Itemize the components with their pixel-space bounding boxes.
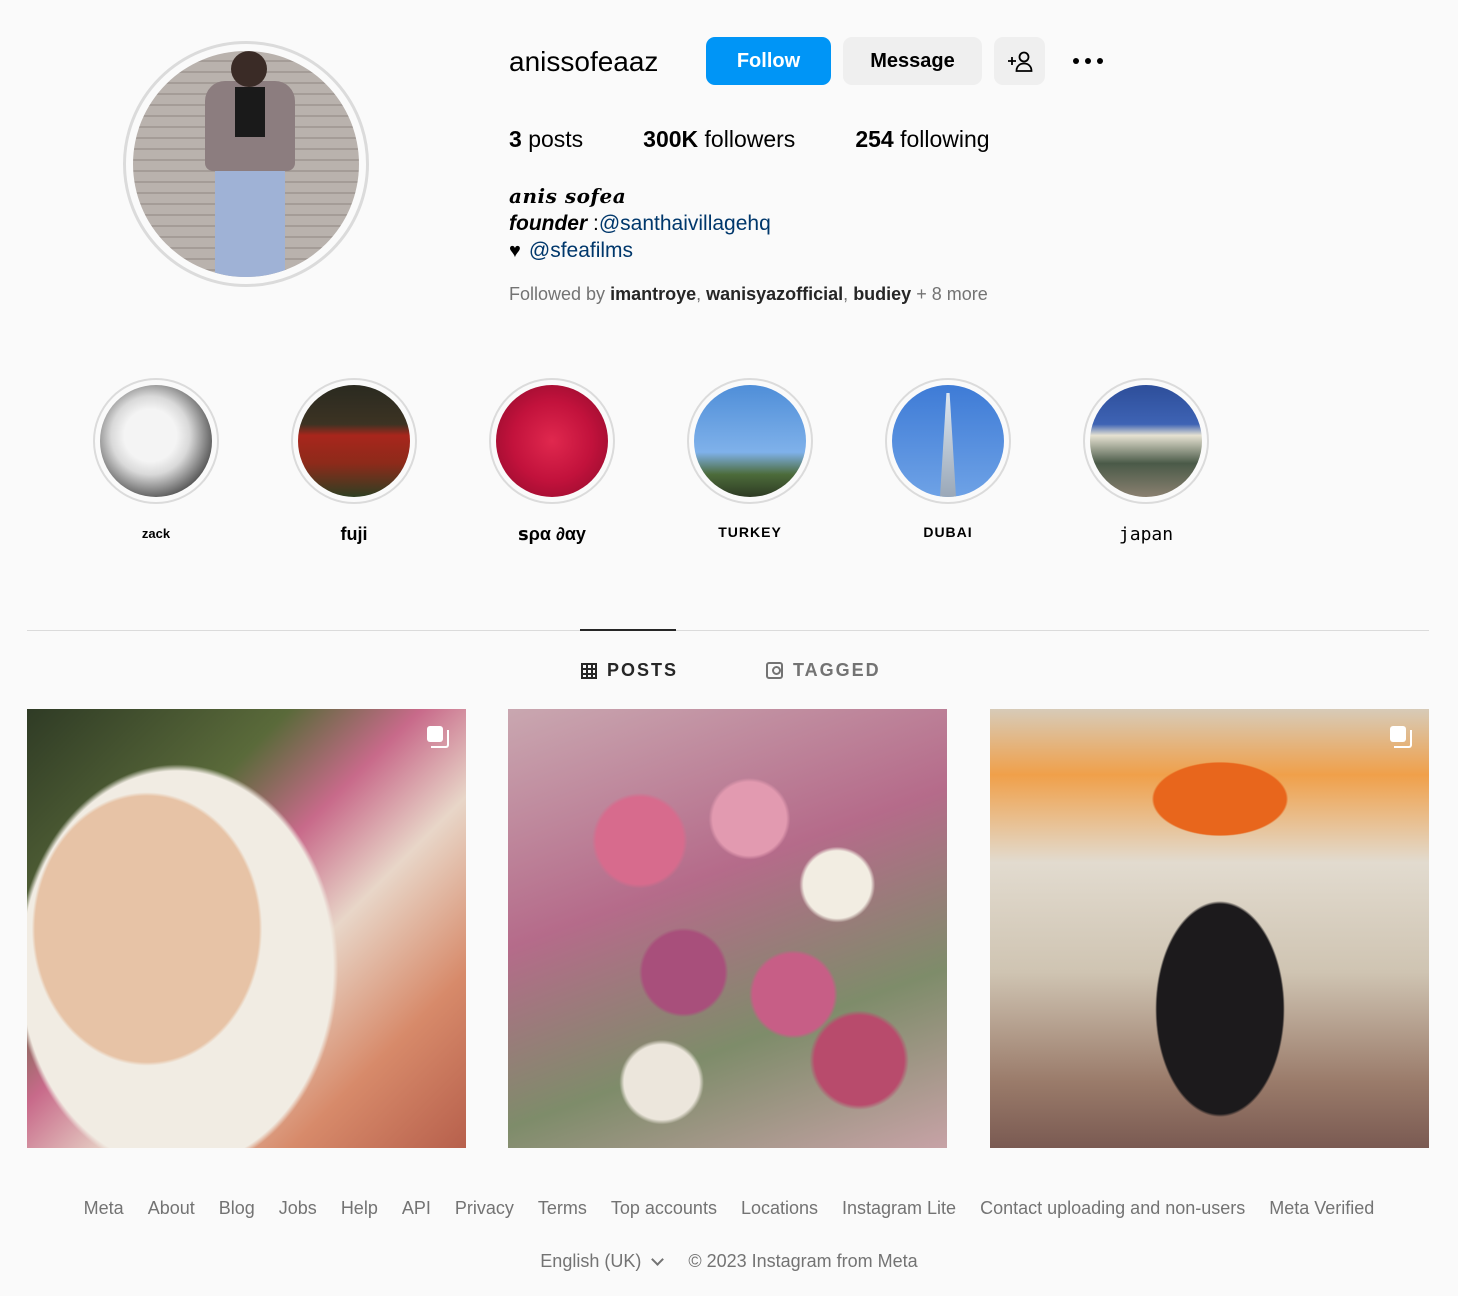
footer-link-meta-verified[interactable]: Meta Verified xyxy=(1269,1198,1374,1219)
footer-link-instagram-lite[interactable]: Instagram Lite xyxy=(842,1198,956,1219)
footer-link-help[interactable]: Help xyxy=(341,1198,378,1219)
highlight-fuji[interactable]: fuji xyxy=(291,378,417,545)
footer-link-jobs[interactable]: Jobs xyxy=(279,1198,317,1219)
highlight-label: DUBAI xyxy=(923,524,973,540)
followers-count[interactable]: 300K followers xyxy=(643,126,795,153)
highlight-label: japan xyxy=(1118,524,1174,545)
post-tile[interactable] xyxy=(508,709,947,1148)
highlight-japan[interactable]: japan xyxy=(1083,378,1209,545)
profile-stats: 3 posts 300K followers 254 following xyxy=(509,126,1050,153)
highlight-zack[interactable]: zack xyxy=(93,378,219,541)
footer-link-about[interactable]: About xyxy=(148,1198,195,1219)
castle-photo-icon xyxy=(1090,385,1202,497)
rose-petals-photo-icon xyxy=(496,385,608,497)
tower-photo-icon xyxy=(892,385,1004,497)
language-select[interactable]: English (UK) xyxy=(540,1251,665,1272)
footer-link-terms[interactable]: Terms xyxy=(538,1198,587,1219)
multi-photo-icon xyxy=(1390,726,1412,748)
footer-link-blog[interactable]: Blog xyxy=(219,1198,255,1219)
profile-username: anissofeaaz xyxy=(509,46,659,77)
footer-link-api[interactable]: API xyxy=(402,1198,431,1219)
message-button[interactable]: Message xyxy=(843,37,982,85)
follow-button[interactable]: Follow xyxy=(706,37,831,85)
chevron-down-icon xyxy=(651,1252,665,1266)
bio-display-name: anis sofea xyxy=(509,184,627,208)
bio-line-founder: founder :@santhaivillagehq xyxy=(509,212,771,236)
copyright: © 2023 Instagram from Meta xyxy=(688,1251,918,1271)
tab-tagged[interactable]: TAGGED xyxy=(766,660,881,681)
tab-posts[interactable]: POSTS xyxy=(581,660,678,681)
bio-line-films: ♥ @sfeafilms xyxy=(509,239,633,263)
bio-founder-label: founder xyxy=(509,212,588,235)
mutual-follower[interactable]: budiey xyxy=(853,284,911,304)
avatar-image xyxy=(133,51,359,277)
footer-link-contact-uploading[interactable]: Contact uploading and non-users xyxy=(980,1198,1245,1219)
add-user-icon xyxy=(1007,51,1032,72)
suggest-user-button[interactable] xyxy=(994,37,1045,85)
following-count[interactable]: 254 following xyxy=(855,126,989,153)
highlight-label: TURKEY xyxy=(718,524,782,540)
tabs-divider xyxy=(27,630,1429,631)
posts-count: 3 posts xyxy=(509,126,584,152)
mutual-follower[interactable]: wanisyazofficial xyxy=(706,284,843,304)
highlight-label: zack xyxy=(141,526,171,541)
mutual-follower[interactable]: imantroye xyxy=(610,284,696,304)
cat-photo-icon xyxy=(100,385,212,497)
footer-link-locations[interactable]: Locations xyxy=(741,1198,818,1219)
heart-icon: ♥ xyxy=(509,239,521,262)
footer-links: Meta About Blog Jobs Help API Privacy Te… xyxy=(0,1198,1458,1219)
highlight-turkey[interactable]: TURKEY xyxy=(687,378,813,540)
followed-by-summary[interactable]: Followed by imantroye, wanisyazofficial,… xyxy=(509,284,988,305)
post-tile[interactable] xyxy=(990,709,1429,1148)
profile-avatar[interactable] xyxy=(123,41,369,287)
post-tile[interactable] xyxy=(27,709,466,1148)
footer-link-top-accounts[interactable]: Top accounts xyxy=(611,1198,717,1219)
tagged-icon xyxy=(766,662,783,679)
grid-icon xyxy=(581,662,597,679)
highlight-spa-day[interactable]: ꜱρα ∂αу xyxy=(489,378,615,545)
flower-field-photo-icon xyxy=(298,385,410,497)
footer-bottom: English (UK) © 2023 Instagram from Meta xyxy=(0,1251,1458,1272)
bio-separator: : xyxy=(587,212,599,235)
highlight-label: ꜱρα ∂αу xyxy=(518,524,586,544)
multi-photo-icon xyxy=(427,726,449,748)
bio-link-santhaivillage[interactable]: @santhaivillagehq xyxy=(599,212,771,235)
highlight-dubai[interactable]: DUBAI xyxy=(885,378,1011,540)
more-options-icon[interactable] xyxy=(1066,46,1110,76)
footer-link-meta[interactable]: Meta xyxy=(84,1198,124,1219)
highlight-label: fuji xyxy=(340,524,368,544)
footer-link-privacy[interactable]: Privacy xyxy=(455,1198,514,1219)
active-tab-indicator xyxy=(580,629,676,631)
bio-link-sfeafilms[interactable]: @sfeafilms xyxy=(529,239,633,263)
mosque-photo-icon xyxy=(694,385,806,497)
